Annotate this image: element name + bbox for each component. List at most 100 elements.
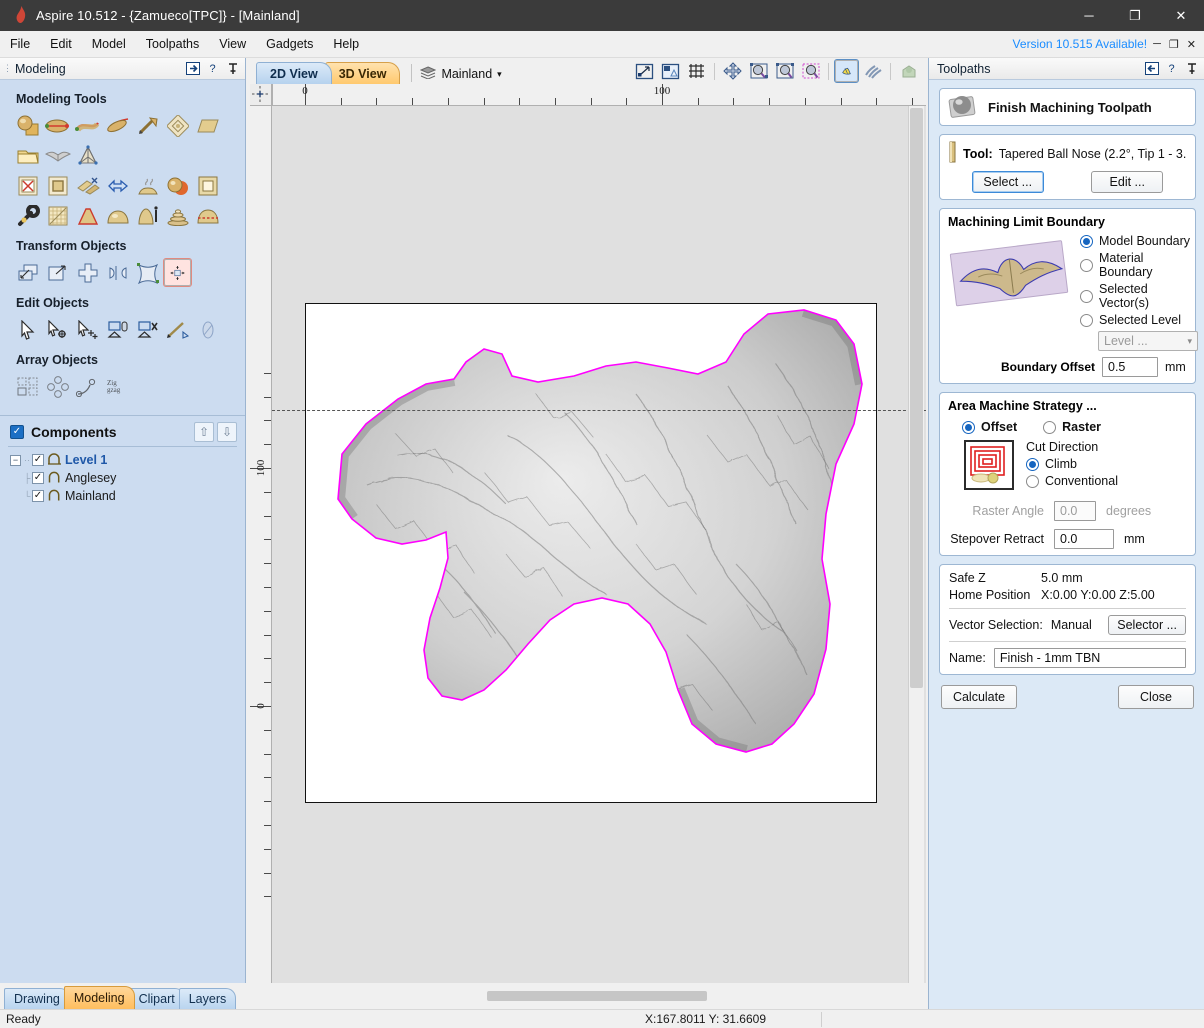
vertical-ruler[interactable]: 1000 <box>250 106 272 983</box>
minimize-button[interactable]: ─ <box>1066 0 1112 31</box>
scrollbar-thumb[interactable] <box>910 108 923 688</box>
menu-view[interactable]: View <box>209 33 256 55</box>
plane-icon[interactable] <box>194 112 221 139</box>
model-selector[interactable]: Mainland ▾ <box>420 66 501 84</box>
chevron-down-icon[interactable]: ▾ <box>497 69 502 80</box>
create-shape-icon[interactable] <box>14 112 41 139</box>
ruler-origin-corner[interactable] <box>250 84 272 106</box>
mirror-icon[interactable] <box>104 259 131 286</box>
mdi-close-button[interactable]: ✕ <box>1187 38 1196 51</box>
shade-toggle-icon[interactable] <box>835 60 858 82</box>
detach-component-icon[interactable] <box>134 316 161 343</box>
menu-gadgets[interactable]: Gadgets <box>256 33 323 55</box>
material-sheet[interactable] <box>305 303 877 803</box>
move-icon[interactable] <box>14 259 41 286</box>
radio-offset[interactable]: Offset <box>962 420 1017 434</box>
tree-row-anglesey[interactable]: ├ ✓ Anglesey <box>10 469 245 487</box>
toolpath-preview-icon[interactable] <box>861 60 884 82</box>
extrude-weave-icon[interactable] <box>74 112 101 139</box>
toggle-grid-icon[interactable] <box>685 60 708 82</box>
toolpath-name-input[interactable]: Finish - 1mm TBN <box>994 648 1186 668</box>
canvas-vertical-scrollbar[interactable] <box>908 106 924 983</box>
radio-conventional[interactable]: Conventional <box>1026 474 1118 488</box>
weave-icon[interactable] <box>164 112 191 139</box>
zoom-to-extents-icon[interactable] <box>633 60 656 82</box>
fade-icon[interactable] <box>194 316 221 343</box>
tab-3d-view[interactable]: 3D View <box>325 62 401 84</box>
tree-checkbox[interactable]: ✓ <box>32 472 44 484</box>
collapse-panel-icon[interactable] <box>185 61 200 76</box>
align-icon[interactable] <box>164 259 191 286</box>
split-component-icon[interactable] <box>74 172 101 199</box>
drag-grip-icon[interactable]: ⋮ <box>3 65 11 72</box>
import-component-icon[interactable] <box>14 142 41 169</box>
zoom-selection-icon[interactable] <box>747 60 770 82</box>
menu-file[interactable]: File <box>0 33 40 55</box>
two-rail-sweep-icon[interactable] <box>44 112 71 139</box>
canvas-horizontal-scrollbar[interactable] <box>272 989 926 1003</box>
smooth-icon[interactable] <box>134 172 161 199</box>
spin-icon[interactable] <box>104 112 131 139</box>
scrollbar-thumb[interactable] <box>487 991 707 1001</box>
radio-material-boundary[interactable]: Material Boundary <box>1080 251 1198 279</box>
menu-edit[interactable]: Edit <box>40 33 82 55</box>
distort-icon[interactable] <box>134 202 161 229</box>
multi-select-icon[interactable] <box>74 316 101 343</box>
radio-selected-level[interactable]: Selected Level <box>1080 313 1198 327</box>
select-tool-button[interactable]: Select ... <box>972 171 1044 193</box>
calculate-button[interactable]: Calculate <box>941 685 1017 709</box>
pin-icon[interactable] <box>1184 61 1199 76</box>
expander-icon[interactable]: − <box>10 455 21 466</box>
radio-model-boundary[interactable]: Model Boundary <box>1080 234 1198 248</box>
texture-icon[interactable] <box>44 202 71 229</box>
tab-layers[interactable]: Layers <box>179 988 237 1009</box>
menu-toolpaths[interactable]: Toolpaths <box>136 33 210 55</box>
dome-icon[interactable] <box>104 202 131 229</box>
attach-component-icon[interactable] <box>104 316 131 343</box>
tree-row-mainland[interactable]: └ ✓ Mainland <box>10 487 245 505</box>
tab-clipart[interactable]: Clipart <box>129 988 185 1009</box>
radio-raster[interactable]: Raster <box>1043 420 1101 434</box>
select-arrow-icon[interactable] <box>14 316 41 343</box>
tree-checkbox[interactable]: ✓ <box>32 454 44 466</box>
design-canvas[interactable] <box>272 106 926 983</box>
tab-2d-view[interactable]: 2D View <box>256 62 332 84</box>
version-available-link[interactable]: Version 10.515 Available! <box>1013 37 1154 51</box>
zoom-box-icon[interactable] <box>799 60 822 82</box>
node-edit-icon[interactable] <box>44 316 71 343</box>
distort-mesh-icon[interactable] <box>134 259 161 286</box>
clipart-eagle-icon[interactable] <box>44 142 71 169</box>
tab-modeling[interactable]: Modeling <box>64 986 135 1009</box>
3d-view-icon[interactable] <box>897 60 920 82</box>
collapse-panel-icon[interactable] <box>1144 61 1159 76</box>
radio-selected-vectors[interactable]: Selected Vector(s) <box>1080 282 1198 310</box>
level-select[interactable]: Level ... ▾ <box>1098 331 1198 351</box>
mdi-minimize-button[interactable]: ─ <box>1153 38 1161 50</box>
vector-transform-icon[interactable] <box>104 172 131 199</box>
scale-icon[interactable] <box>44 259 71 286</box>
terrace-icon[interactable] <box>164 202 191 229</box>
pan-icon[interactable] <box>721 60 744 82</box>
merge-blend-icon[interactable] <box>164 172 191 199</box>
menu-help[interactable]: Help <box>323 33 369 55</box>
menu-model[interactable]: Model <box>82 33 136 55</box>
zoom-to-material-icon[interactable] <box>659 60 682 82</box>
terrain-model[interactable] <box>306 304 876 802</box>
edit-tool-button[interactable]: Edit ... <box>1091 171 1163 193</box>
measure-icon[interactable] <box>164 316 191 343</box>
tree-row-level1[interactable]: − ·· ✓ Level 1 <box>10 451 245 469</box>
components-visibility-checkbox[interactable]: ✓ <box>10 425 24 439</box>
close-button[interactable]: ✕ <box>1158 0 1204 31</box>
turn-icon[interactable] <box>134 112 161 139</box>
frame-icon[interactable] <box>194 172 221 199</box>
help-icon[interactable]: ? <box>1164 61 1179 76</box>
stepover-retract-input[interactable]: 0.0 <box>1054 529 1114 549</box>
help-icon[interactable]: ? <box>205 61 220 76</box>
bevel-icon[interactable] <box>74 202 101 229</box>
radio-climb[interactable]: Climb <box>1026 457 1118 471</box>
component-boundary-icon[interactable] <box>44 172 71 199</box>
maximize-button[interactable]: ❐ <box>1112 0 1158 31</box>
clear-model-icon[interactable] <box>14 172 41 199</box>
close-button-toolpath[interactable]: Close <box>1118 685 1194 709</box>
horizontal-ruler[interactable]: 0100 <box>272 84 926 106</box>
